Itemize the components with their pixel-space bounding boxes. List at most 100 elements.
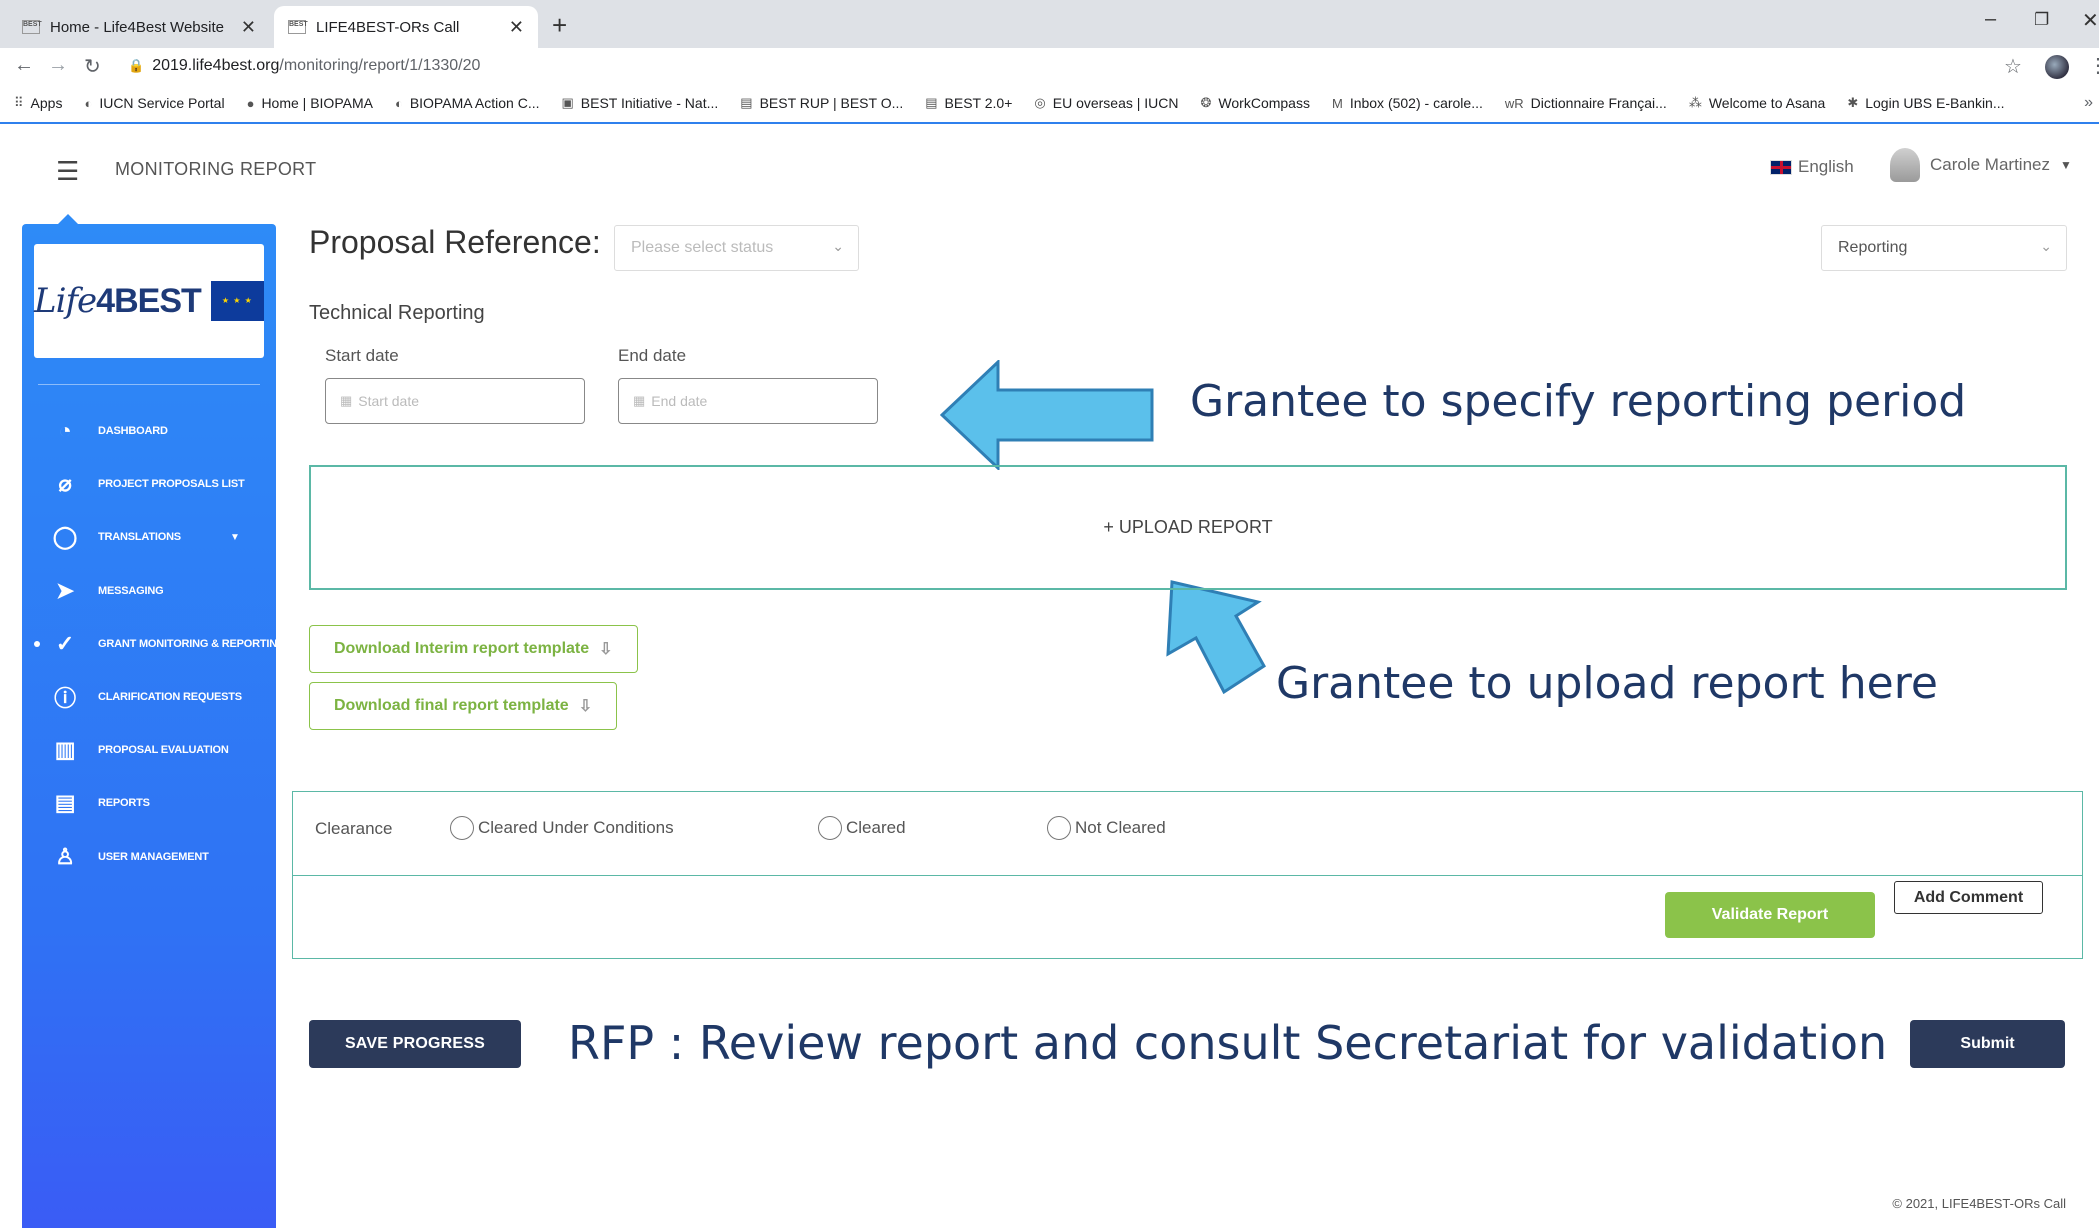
chat-bubble-icon: ◯ <box>52 524 78 550</box>
bookmark-item[interactable]: ◎ EU overseas | IUCN <box>1034 95 1178 111</box>
minimize-icon[interactable]: – <box>1985 8 1996 31</box>
browser-menu-icon[interactable]: ⋮ <box>2088 53 2099 78</box>
url-field[interactable]: 🔒 2019.life4best.org/monitoring/report/1/… <box>128 57 480 75</box>
bookmark-item[interactable]: ⠿ Apps <box>14 95 62 111</box>
bookmark-item[interactable]: ◐ BIOPAMA Action C... <box>395 95 540 111</box>
cloud-download-icon: ⇩ <box>599 641 613 658</box>
user-name: Carole Martinez <box>1930 155 2050 174</box>
end-date-input[interactable]: ▦ End date <box>618 378 878 424</box>
bookmark-favicon-icon: M <box>1331 95 1343 111</box>
bookmark-item[interactable]: ◐ IUCN Service Portal <box>84 95 224 111</box>
life4best-logo: Life4BEST ★ ★ ★ <box>34 244 264 358</box>
upload-report-label: + UPLOAD REPORT <box>1103 517 1273 537</box>
profile-avatar-icon[interactable] <box>2045 55 2069 79</box>
bookmark-item[interactable]: ▣ BEST Initiative - Nat... <box>562 95 719 111</box>
app-header: ☰ MONITORING REPORT English Carole Marti… <box>0 126 2099 210</box>
upload-report-dropzone[interactable]: + UPLOAD REPORT <box>309 465 2067 590</box>
bookmark-favicon-icon: ◐ <box>394 95 403 111</box>
sidebar-item-translations[interactable]: ◯ TRANSLATIONS ▼ <box>22 517 276 557</box>
sidebar-item-user-management[interactable]: ♙ USER MANAGEMENT <box>22 837 276 877</box>
window-close-icon[interactable]: ✕ <box>2082 8 2099 33</box>
radio-circle[interactable] <box>450 816 474 840</box>
download-final-template-button[interactable]: Download final report template ⇩ <box>309 682 618 730</box>
validate-report-button[interactable]: Validate Report <box>1665 892 1875 938</box>
bookmark-label: Login UBS E-Bankin... <box>1865 95 2005 111</box>
technical-reporting-heading: Technical Reporting <box>309 302 485 324</box>
document-icon: ▤ <box>54 790 76 816</box>
report-type-select[interactable]: Reporting ⌄ <box>1821 225 2067 271</box>
calendar-icon: ▦ <box>340 393 353 408</box>
clearance-divider <box>293 875 2082 876</box>
bookmark-label: EU overseas | IUCN <box>1052 95 1179 111</box>
browser-tab-orcall[interactable]: BEST LIFE4BEST-ORs Call ✕ <box>274 6 538 48</box>
bookmark-item[interactable]: ✱ Login UBS E-Bankin... <box>1847 95 2004 111</box>
start-date-input[interactable]: ▦ Start date <box>325 378 585 424</box>
eu-flag-icon: ★ ★ ★ <box>210 281 264 321</box>
bookmarks-overflow-icon[interactable]: » <box>2084 94 2093 112</box>
sidebar-item-label: CLARIFICATION REQUESTS <box>98 691 242 703</box>
restore-icon[interactable]: ❐ <box>2034 10 2049 30</box>
submit-button[interactable]: Submit <box>1910 1020 2065 1068</box>
bookmark-item[interactable]: ▤ BEST RUP | BEST O... <box>740 95 903 111</box>
best-favicon-icon: BEST <box>288 20 308 34</box>
bookmark-label: Welcome to Asana <box>1708 95 1826 111</box>
sidebar-item-project-proposals[interactable]: ⌀ PROJECT PROPOSALS LIST <box>22 464 276 504</box>
bookmark-item[interactable]: M Inbox (502) - carole... <box>1332 95 1483 111</box>
radio-circle[interactable] <box>818 816 842 840</box>
chevron-down-icon[interactable]: ▼ <box>230 532 240 543</box>
active-indicator <box>34 640 40 647</box>
avatar <box>1890 148 1920 182</box>
radio-cleared-under-conditions[interactable]: Cleared Under Conditions <box>450 816 674 840</box>
user-menu[interactable]: Carole Martinez ▼ <box>1890 148 2072 182</box>
sidebar-item-dashboard[interactable]: ◔ DASHBOARD <box>22 411 276 451</box>
sidebar-divider <box>38 384 260 385</box>
browser-tab-home[interactable]: BEST Home - Life4Best Website ✕ <box>8 6 270 48</box>
bookmark-star-icon[interactable]: ☆ <box>2004 54 2022 79</box>
bookmark-item[interactable]: ▤ BEST 2.0+ <box>925 95 1012 111</box>
radio-label: Not Cleared <box>1075 818 1166 837</box>
save-progress-button[interactable]: SAVE PROGRESS <box>309 1020 521 1068</box>
radio-not-cleared[interactable]: Not Cleared <box>1047 816 1166 840</box>
bookmark-favicon-icon: ⠿ <box>14 95 24 110</box>
sidebar-item-proposal-evaluation[interactable]: ▥ PROPOSAL EVALUATION <box>22 730 276 770</box>
download-interim-label: Download Interim report template <box>334 640 590 657</box>
new-tab-icon[interactable]: + <box>552 10 567 41</box>
bookmark-item[interactable]: wR Dictionnaire Françai... <box>1505 95 1667 111</box>
bookmark-item[interactable]: ⁂ Welcome to Asana <box>1689 95 1825 111</box>
bookmark-favicon-icon: ● <box>246 95 255 111</box>
lock-icon: 🔒 <box>128 58 145 73</box>
paper-plane-icon: ➤ <box>55 577 75 603</box>
sidebar-item-label: USER MANAGEMENT <box>98 850 209 863</box>
uk-flag-icon <box>1770 159 1792 175</box>
bookmark-favicon-icon: ✱ <box>1847 95 1859 110</box>
calendar-icon: ▦ <box>633 393 646 408</box>
page-title: MONITORING REPORT <box>115 159 317 179</box>
bookmark-item[interactable]: ❂ WorkCompass <box>1201 95 1310 111</box>
best-favicon-icon: BEST <box>22 20 42 34</box>
back-arrow-icon[interactable]: ← <box>14 54 34 77</box>
hamburger-menu-icon[interactable]: ☰ <box>56 156 79 187</box>
bookmark-favicon-icon: ▤ <box>925 95 938 110</box>
add-comment-button[interactable]: Add Comment <box>1894 881 2043 914</box>
tab-title: LIFE4BEST-ORs Call <box>316 18 460 36</box>
close-icon[interactable]: ✕ <box>509 17 524 38</box>
url-host: 2019.life4best.org <box>152 57 280 74</box>
forward-arrow-icon[interactable]: → <box>48 54 68 77</box>
cloud-download-icon: ⇩ <box>578 698 593 715</box>
language-selector[interactable]: English <box>1770 157 1854 177</box>
sidebar-item-messaging[interactable]: ➤ MESSAGING <box>22 571 276 611</box>
radio-circle[interactable] <box>1047 816 1071 840</box>
download-interim-template-button[interactable]: Download Interim report template ⇩ <box>309 625 638 673</box>
bookmark-item[interactable]: ● Home | BIOPAMA <box>247 95 373 111</box>
sidebar-item-clarification-requests[interactable]: ⓘ CLARIFICATION REQUESTS <box>22 677 276 717</box>
end-date-label: End date <box>618 346 687 365</box>
radio-cleared[interactable]: Cleared <box>818 816 906 840</box>
sidebar-item-grant-monitoring[interactable]: ✓ GRANT MONITORING & REPORTING <box>22 624 276 664</box>
bar-chart-icon: ▥ <box>54 737 76 763</box>
bookmark-label: BEST Initiative - Nat... <box>580 95 719 111</box>
sidebar-item-reports[interactable]: ▤ REPORTS <box>22 783 276 823</box>
close-icon[interactable]: ✕ <box>241 17 256 38</box>
reload-icon[interactable]: ↻ <box>84 54 101 79</box>
bookmark-label: Apps <box>30 95 63 111</box>
status-select[interactable]: Please select status ⌄ <box>614 225 859 271</box>
